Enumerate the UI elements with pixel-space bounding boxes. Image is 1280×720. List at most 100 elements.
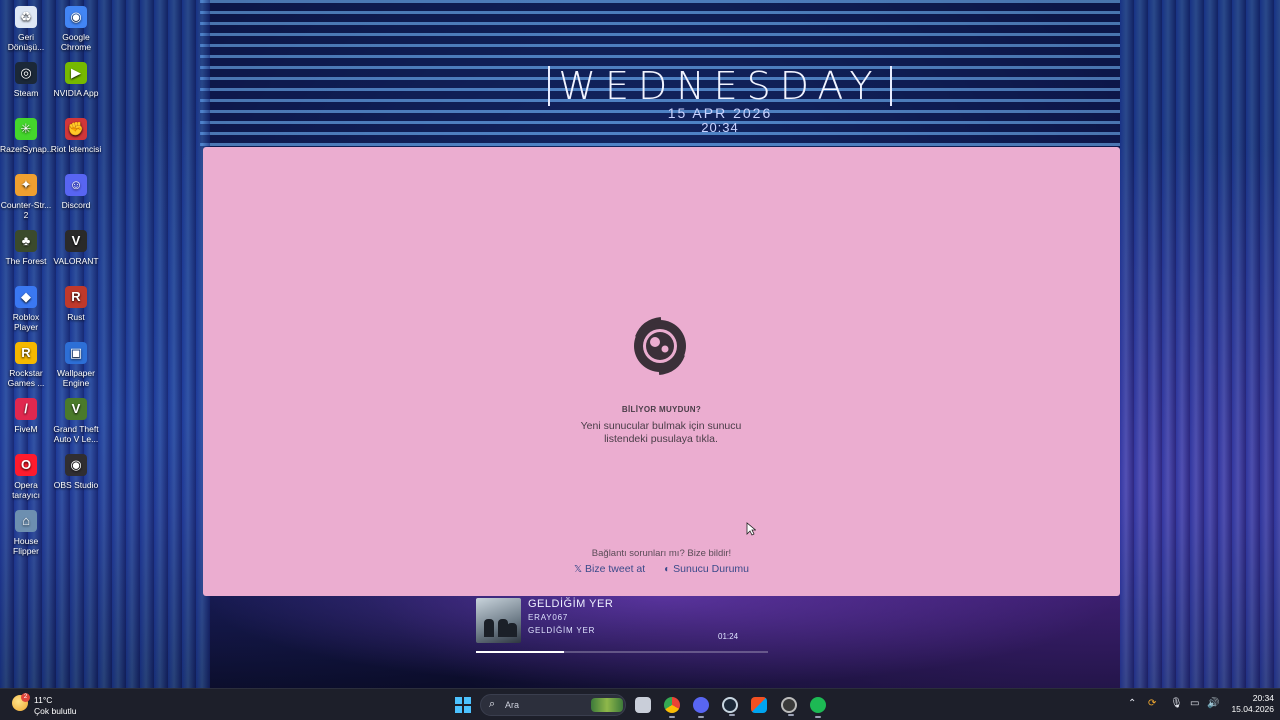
counter-strike-icon: ✦ (15, 174, 37, 196)
mouse-cursor-icon (746, 522, 756, 536)
song-progress-bar[interactable] (476, 651, 768, 653)
desktop-icon-label: RazerSynap... (0, 144, 54, 154)
desktop-icon[interactable]: ◉ Google Chrome (50, 6, 102, 52)
taskbar: 2 11°C Çok bulutlu ⌕ Ara ⌃ ⟳ 🎙 ▭ 🔊 20:34… (0, 688, 1280, 720)
desktop-icon-label: NVIDIA App (53, 88, 99, 98)
steam-icon: ◎ (15, 62, 37, 84)
tip-text: Yeni sunucular bulmak için sunucu listen… (580, 420, 742, 445)
desktop-icon[interactable]: ◉ OBS Studio (50, 454, 102, 490)
tray-overflow-icon[interactable]: ⌃ (1128, 698, 1136, 709)
weather-widget[interactable]: 2 11°C Çok bulutlu (12, 693, 92, 717)
taskbar-chrome-icon[interactable] (664, 697, 680, 718)
desktop-icon-label: Discord (61, 200, 91, 210)
nvidia-icon: ▶ (65, 62, 87, 84)
launcher-links: 𝕏 Bize tweet at ◐ Sunucu Durumu (203, 563, 1120, 575)
tray-volume-icon[interactable]: 🔊 (1207, 698, 1219, 709)
launcher-window[interactable]: BİLİYOR MUYDUN? Yeni sunucular bulmak iç… (203, 147, 1120, 596)
taskbar-store-icon[interactable] (751, 697, 767, 713)
x-icon: 𝕏 (573, 564, 583, 575)
desktop-icon[interactable]: / FiveM (0, 398, 52, 434)
search-highlight-icon (591, 698, 623, 712)
tweet-link[interactable]: 𝕏 Bize tweet at (574, 563, 645, 575)
desktop-icon[interactable]: ✊ Riot İstemcisi (50, 118, 102, 154)
taskbar-steam-icon[interactable] (722, 697, 738, 716)
song-artist: ERAY067 (528, 613, 569, 622)
weather-temp: 11°C (34, 695, 53, 705)
chrome-icon: ◉ (65, 6, 87, 28)
desktop-icon-label: Roblox Player (12, 312, 40, 332)
weather-badge: 2 (21, 693, 30, 702)
song-title: GELDİĞİM YER (528, 598, 614, 610)
discord-icon: ☺ (65, 174, 87, 196)
desktop-icon[interactable]: ▣ Wallpaper Engine (50, 342, 102, 388)
desktop-icon[interactable]: V Grand Theft Auto V Le... (50, 398, 102, 444)
riot-icon: ✊ (65, 118, 87, 140)
taskbar-date: 15.04.2026 (1231, 704, 1274, 714)
desktop-icon-label: Steam (13, 88, 39, 98)
desktop-icon[interactable]: V VALORANT (50, 230, 102, 266)
desktop-icon[interactable]: ✦ Counter-Str... 2 (0, 174, 52, 220)
fivem-icon: / (15, 398, 37, 420)
desktop-icon-label: Geri Dönüşü... (7, 32, 45, 52)
obs-icon: ◉ (65, 454, 87, 476)
song-time: 01:24 (718, 632, 739, 641)
rockstar-icon: R (15, 342, 37, 364)
desktop-icon[interactable]: R Rust (50, 286, 102, 322)
taskbar-time: 20:34 (1252, 693, 1274, 703)
desktop-icon[interactable]: ⌂ House Flipper (0, 510, 52, 556)
desktop-icon[interactable]: ▶ NVIDIA App (50, 62, 102, 98)
wallpaper-engine-icon: ▣ (65, 342, 87, 364)
taskbar-clock[interactable]: 20:34 15.04.2026 (1222, 693, 1274, 715)
taskbar-search[interactable]: ⌕ Ara (480, 694, 626, 716)
desktop-icon-label: Wallpaper Engine (57, 368, 95, 388)
desktop-icon-label: The Forest (5, 256, 47, 266)
tray-sync-icon[interactable]: ⟳ (1148, 698, 1156, 709)
music-widget[interactable]: GELDİĞİM YER ERAY067 GELDİĞİM YER 01:24 (476, 598, 768, 656)
desktop-icon-label: VALORANT (53, 256, 99, 266)
desktop-icon[interactable]: ◆ Roblox Player (0, 286, 52, 332)
clock-date: 15 APR 2026 (667, 105, 773, 121)
taskbar-spotify-icon[interactable] (810, 697, 826, 718)
desktop-icon[interactable]: O Opera tarayıcı (0, 454, 52, 500)
taskbar-obs-icon[interactable] (781, 697, 797, 716)
recycle-bin-icon: ♻ (15, 6, 37, 28)
desktop-icon-label: OBS Studio (53, 480, 99, 490)
desktop-icon-label: Rust (67, 312, 85, 322)
desktop-icon[interactable]: ♣ The Forest (0, 230, 52, 266)
taskbar-discord-icon[interactable] (693, 697, 709, 718)
desktop-icon[interactable]: ♻ Geri Dönüşü... (0, 6, 52, 52)
the-forest-icon: ♣ (15, 230, 37, 252)
tray-display-icon[interactable]: ▭ (1190, 698, 1199, 709)
desktop-icon-label: Rockstar Games ... (7, 368, 45, 388)
desktop-icon[interactable]: ☺ Discord (50, 174, 102, 210)
desktop-icon[interactable]: R Rockstar Games ... (0, 342, 52, 388)
tray-mic-icon[interactable]: 🎙 (1170, 698, 1183, 709)
status-icon: ◐ (664, 564, 671, 575)
rust-icon: R (65, 286, 87, 308)
tweet-link-label: Bize tweet at (585, 563, 646, 575)
song-progress-fill (476, 651, 564, 653)
opera-icon: O (15, 454, 37, 476)
search-placeholder: Ara (505, 700, 520, 710)
search-icon: ⌕ (489, 698, 496, 710)
razer-icon: ✳ (15, 118, 37, 140)
valorant-icon: V (65, 230, 87, 252)
connection-issue-text: Bağlantı sorunları mı? Bize bildir! (591, 548, 732, 559)
start-button[interactable] (455, 697, 471, 713)
desktop-icon-label: Google Chrome (60, 32, 92, 52)
desktop-icon-label: Counter-Str... 2 (0, 200, 52, 220)
task-view-icon[interactable] (635, 697, 651, 713)
song-album: GELDİĞİM YER (528, 626, 596, 635)
desktop-icon-label: House Flipper (13, 536, 39, 556)
server-status-link[interactable]: ◐ Sunucu Durumu (664, 563, 749, 575)
album-art (476, 598, 521, 643)
desktop-icon-label: Riot İstemcisi (50, 144, 102, 154)
launcher-logo-icon (634, 317, 686, 375)
house-flipper-icon: ⌂ (15, 510, 37, 532)
desktop-icon-label: Grand Theft Auto V Le... (53, 424, 99, 444)
desktop-icon[interactable]: ◎ Steam (0, 62, 52, 98)
server-status-label: Sunucu Durumu (673, 563, 750, 575)
clock-widget: WEDNESDAY 15 APR 2026 20:34 (520, 66, 920, 136)
weather-condition: Çok bulutlu (34, 706, 77, 716)
desktop-icon[interactable]: ✳ RazerSynap... (0, 118, 54, 154)
